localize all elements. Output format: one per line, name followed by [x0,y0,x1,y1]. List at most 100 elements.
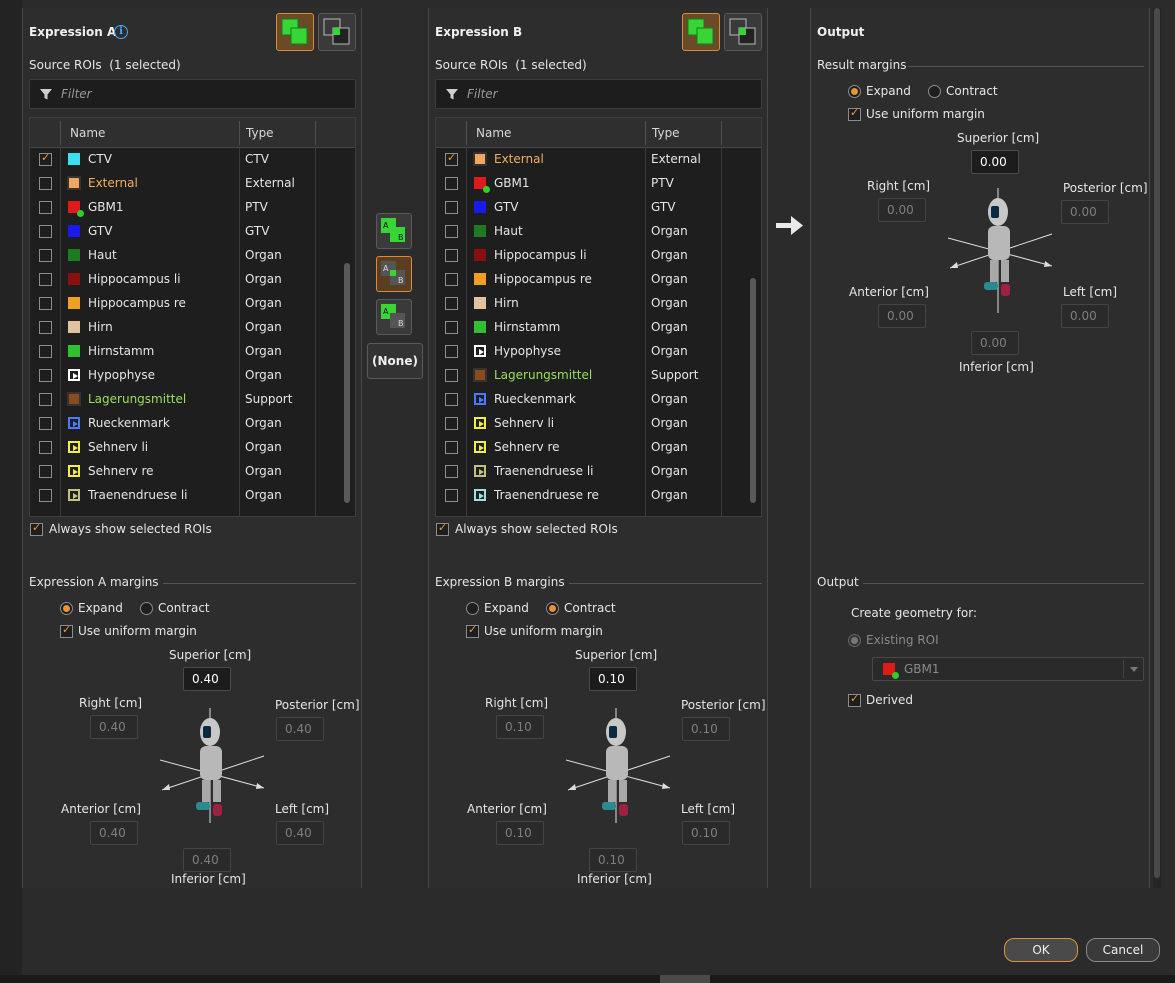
table-row[interactable]: GTV GTV [30,220,355,244]
right-input[interactable]: 0.00 [878,198,926,222]
left-input[interactable]: 0.40 [276,821,324,845]
row-checkbox[interactable] [445,345,458,358]
none-operation-button[interactable]: (None) [367,343,423,379]
inferior-input[interactable]: 0.40 [183,848,231,872]
always-show-checkbox[interactable] [30,521,43,536]
row-checkbox[interactable] [445,441,458,454]
row-checkbox[interactable] [39,441,52,454]
table-row[interactable]: Hirnstamm Organ [30,340,355,364]
uniform-margin-checkbox[interactable] [466,623,479,638]
superior-input[interactable]: 0.40 [183,667,231,691]
posterior-input[interactable]: 0.40 [276,717,324,741]
table-row[interactable]: Sehnerv li Organ [436,412,761,436]
table-row[interactable]: Hirn Organ [436,292,761,316]
roi-select[interactable]: GBM1 [872,657,1144,681]
table-row[interactable]: Hippocampus re Organ [436,268,761,292]
superior-input[interactable]: 0.00 [971,150,1019,174]
table-row[interactable]: Hypophyse Organ [30,364,355,388]
row-checkbox[interactable] [39,225,52,238]
derived-checkbox[interactable] [848,692,861,707]
roi-mode-alt-button[interactable] [724,13,762,51]
table-row[interactable]: Rueckenmark Organ [436,388,761,412]
contract-radio[interactable] [928,85,941,98]
contract-radio[interactable] [546,602,559,615]
table-row[interactable]: Hypophyse Organ [436,340,761,364]
row-checkbox[interactable] [445,151,458,166]
row-checkbox[interactable] [39,417,52,430]
table-row[interactable]: Hirn Organ [30,316,355,340]
contract-radio[interactable] [140,602,153,615]
right-input[interactable]: 0.10 [496,715,544,739]
table-row[interactable]: Sehnerv re Organ [436,436,761,460]
left-input[interactable]: 0.00 [1061,304,1109,328]
row-checkbox[interactable] [445,393,458,406]
table-row[interactable]: Hippocampus li Organ [436,244,761,268]
row-checkbox[interactable] [39,273,52,286]
table-row[interactable]: Sehnerv re Organ [30,460,355,484]
row-checkbox[interactable] [445,225,458,238]
table-row[interactable]: External External [436,148,761,172]
table-row[interactable]: Hirnstamm Organ [436,316,761,340]
table-row[interactable]: Hippocampus re Organ [30,292,355,316]
table-row[interactable]: Traenendruese li Organ [30,484,355,508]
row-checkbox[interactable] [39,369,52,382]
row-checkbox[interactable] [445,489,458,502]
row-checkbox[interactable] [39,249,52,262]
table-row[interactable]: Rueckenmark Organ [30,412,355,436]
row-checkbox[interactable] [445,201,458,214]
row-checkbox[interactable] [39,321,52,334]
row-checkbox[interactable] [39,393,52,406]
uniform-margin-checkbox[interactable] [848,106,861,121]
row-checkbox[interactable] [445,249,458,262]
left-input[interactable]: 0.10 [682,821,730,845]
row-checkbox[interactable] [39,151,52,166]
col-name[interactable]: Name [70,126,105,140]
anterior-input[interactable]: 0.10 [496,821,544,845]
row-checkbox[interactable] [445,465,458,478]
table-row[interactable]: GTV GTV [436,196,761,220]
col-type[interactable]: Type [652,126,680,140]
row-checkbox[interactable] [39,465,52,478]
table-row[interactable]: Traenendruese re Organ [436,484,761,508]
row-checkbox[interactable] [39,201,52,214]
row-checkbox[interactable] [445,297,458,310]
posterior-input[interactable]: 0.10 [682,717,730,741]
roi-mode-active-button[interactable] [276,13,314,51]
row-checkbox[interactable] [39,489,52,502]
table-row[interactable]: Lagerungsmittel Support [436,364,761,388]
superior-input[interactable]: 0.10 [589,667,637,691]
intersection-button[interactable]: AB [376,256,412,292]
subtraction-button[interactable]: AB [376,299,412,335]
dialog-scrollbar-track[interactable] [1153,8,1161,888]
table-row[interactable]: CTV CTV [30,148,355,172]
table-row[interactable]: Haut Organ [436,220,761,244]
expand-radio[interactable] [466,602,479,615]
table-row[interactable]: GBM1 PTV [436,172,761,196]
col-name[interactable]: Name [476,126,511,140]
anterior-input[interactable]: 0.40 [90,821,138,845]
union-button[interactable]: AB [376,213,412,249]
ok-button[interactable]: OK [1004,938,1078,962]
cancel-button[interactable]: Cancel [1086,938,1160,962]
scrollbar[interactable] [344,263,350,503]
table-row[interactable]: Hippocampus li Organ [30,268,355,292]
row-checkbox[interactable] [445,273,458,286]
table-row[interactable]: Lagerungsmittel Support [30,388,355,412]
row-checkbox[interactable] [445,321,458,334]
inferior-input[interactable]: 0.00 [971,331,1019,355]
expand-radio[interactable] [848,85,861,98]
row-checkbox[interactable] [39,297,52,310]
table-row[interactable]: Sehnerv li Organ [30,436,355,460]
table-row[interactable]: GBM1 PTV [30,196,355,220]
row-checkbox[interactable] [445,369,458,382]
table-row[interactable]: Haut Organ [30,244,355,268]
col-type[interactable]: Type [246,126,274,140]
row-checkbox[interactable] [39,177,52,190]
right-input[interactable]: 0.40 [90,715,138,739]
row-checkbox[interactable] [445,177,458,190]
existing-roi-radio[interactable] [848,634,861,647]
expand-radio[interactable] [60,602,73,615]
roi-mode-alt-button[interactable] [318,13,356,51]
filter-input[interactable]: Filter [29,79,356,109]
row-checkbox[interactable] [39,345,52,358]
